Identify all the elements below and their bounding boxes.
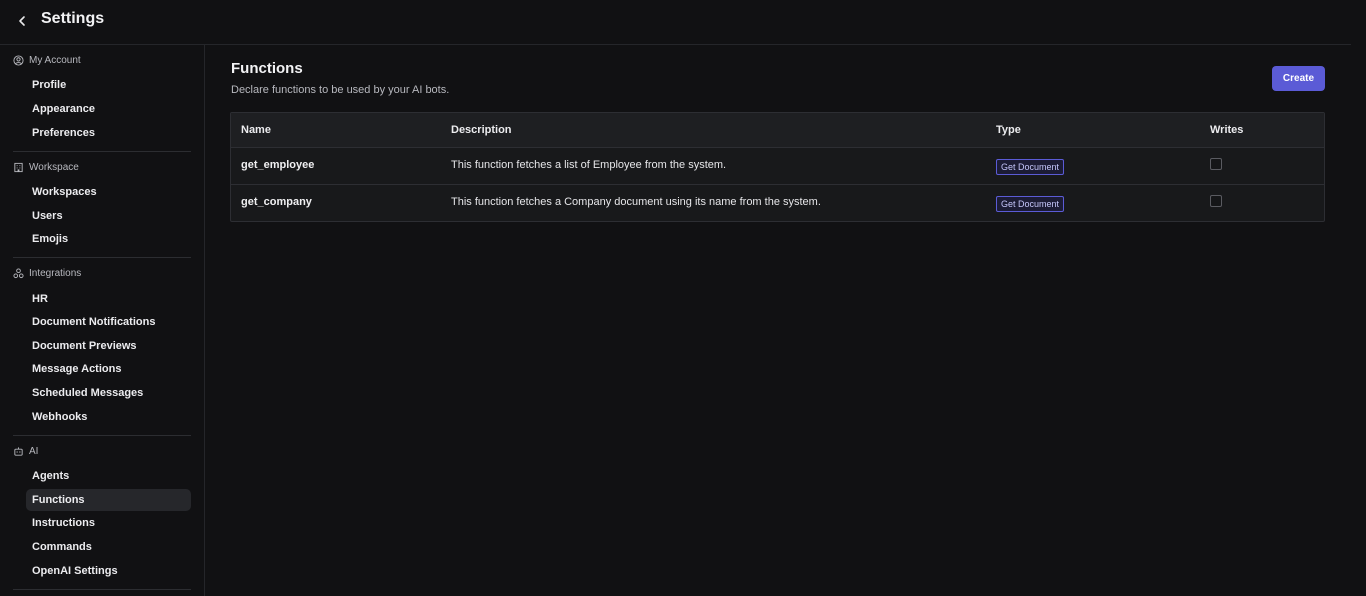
sidebar-item-users[interactable]: Users — [26, 205, 191, 227]
sidebar-divider — [13, 435, 191, 436]
function-description: This function fetches a Company document… — [451, 196, 821, 208]
writes-checkbox[interactable] — [1210, 158, 1222, 170]
building-icon — [14, 162, 23, 173]
table-row[interactable]: get_company This function fetches a Comp… — [231, 184, 1324, 220]
sidebar-item-workspaces[interactable]: Workspaces — [26, 181, 191, 203]
user-circle-icon — [13, 55, 24, 66]
table-row[interactable]: get_employee This function fetches a lis… — [231, 148, 1324, 184]
group-my-account: My Account — [13, 55, 81, 66]
function-name: get_employee — [241, 159, 315, 171]
sidebar-item-instructions[interactable]: Instructions — [26, 512, 191, 534]
page-description: Declare functions to be used by your AI … — [231, 84, 450, 96]
sidebar-divider — [13, 257, 191, 258]
sidebar-item-openai-settings[interactable]: OpenAI Settings — [26, 560, 191, 582]
writes-checkbox[interactable] — [1210, 195, 1222, 207]
group-label: AI — [29, 446, 39, 457]
column-header-description: Description — [451, 124, 512, 136]
column-header-name: Name — [241, 124, 271, 136]
sidebar-item-webhooks[interactable]: Webhooks — [26, 406, 191, 428]
type-badge: Get Document — [996, 196, 1065, 212]
chevron-left-icon[interactable] — [15, 13, 29, 29]
group-label: Integrations — [29, 268, 82, 279]
integrations-icon — [13, 268, 24, 279]
top-bar: Settings — [0, 0, 1351, 45]
page-title: Functions — [231, 60, 303, 77]
group-label: Workspace — [29, 162, 79, 173]
functions-table: Name Description Type Writes get_employe… — [230, 112, 1325, 222]
group-label: My Account — [29, 55, 81, 66]
group-integrations: Integrations — [13, 268, 81, 279]
sidebar-divider — [13, 151, 191, 152]
group-ai: AI — [13, 446, 38, 457]
sidebar-item-emojis[interactable]: Emojis — [26, 228, 191, 250]
type-badge: Get Document — [996, 159, 1065, 175]
sidebar-item-message-actions[interactable]: Message Actions — [26, 358, 191, 380]
sidebar-item-preferences[interactable]: Preferences — [26, 122, 191, 144]
function-description: This function fetches a list of Employee… — [451, 159, 727, 171]
sidebar-item-functions[interactable]: Functions — [26, 489, 191, 511]
sidebar-item-profile[interactable]: Profile — [26, 74, 191, 96]
sidebar-item-hr[interactable]: HR — [26, 288, 191, 310]
sidebar-divider — [13, 589, 191, 590]
functions-page: Functions Declare functions to be used b… — [205, 45, 1351, 596]
sidebar-item-commands[interactable]: Commands — [26, 536, 191, 558]
column-header-type: Type — [996, 124, 1021, 136]
create-button[interactable]: Create — [1272, 66, 1325, 91]
settings-title: Settings — [41, 10, 105, 27]
settings-sidebar: My Account Profile Appearance Preference… — [0, 45, 205, 596]
table-header: Name Description Type Writes — [231, 113, 1324, 148]
column-header-writes: Writes — [1210, 124, 1244, 136]
sidebar-item-document-notifications[interactable]: Document Notifications — [26, 311, 191, 333]
function-name: get_company — [241, 196, 312, 208]
robot-icon — [14, 447, 23, 456]
sidebar-item-scheduled-messages[interactable]: Scheduled Messages — [26, 382, 191, 404]
sidebar-item-document-previews[interactable]: Document Previews — [26, 335, 191, 357]
sidebar-item-appearance[interactable]: Appearance — [26, 98, 191, 120]
sidebar-item-agents[interactable]: Agents — [26, 465, 191, 487]
group-workspace: Workspace — [13, 162, 79, 173]
